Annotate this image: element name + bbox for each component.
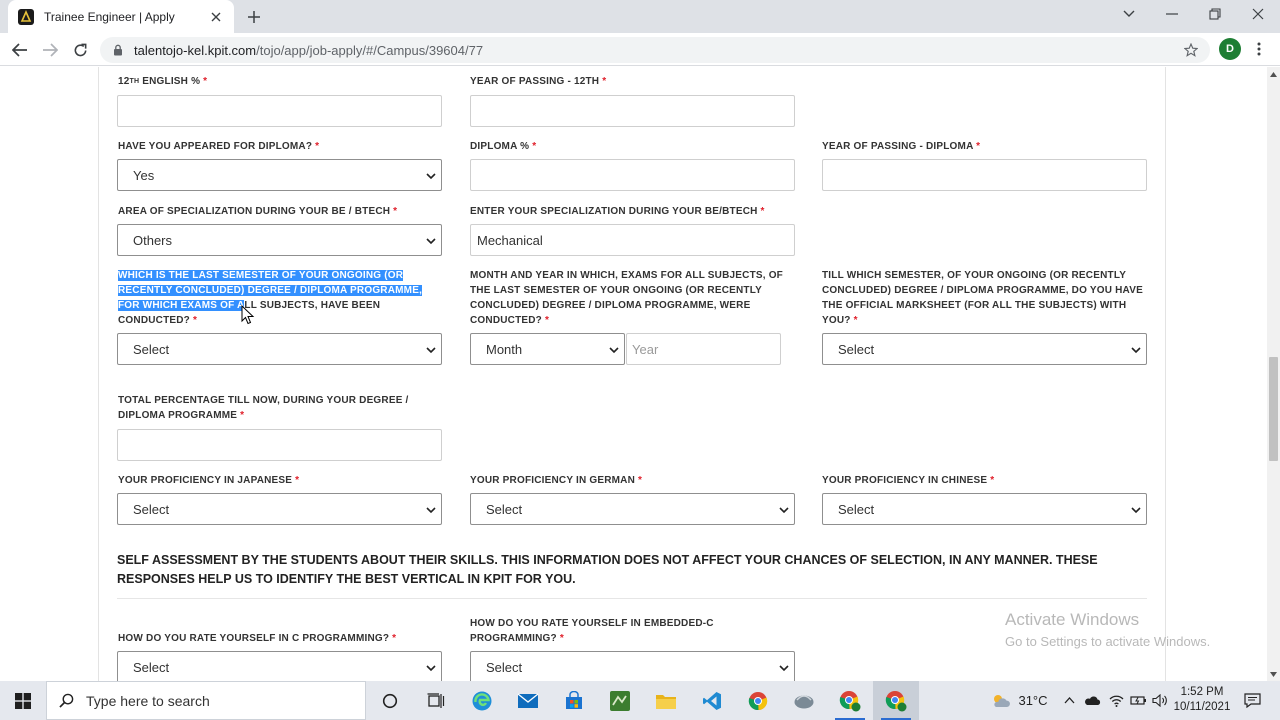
last-semester-label: WHICH IS THE LAST SEMESTER OF YOUR ONGOI… [118, 270, 423, 326]
lock-icon [114, 44, 122, 56]
year12-input[interactable] [470, 95, 795, 127]
total-percentage-label: TOTAL PERCENTAGE TILL NOW, DURING YOUR D… [118, 395, 409, 421]
taskbar-search-box[interactable]: Type here to search [46, 681, 366, 720]
chevron-down-icon [426, 173, 436, 180]
chevron-down-icon [426, 507, 436, 514]
mail-icon[interactable] [505, 681, 551, 720]
diploma-year-label: YEAR OF PASSING - DIPLOMA * [822, 141, 981, 152]
embedded-c-select[interactable]: Select [470, 651, 795, 681]
store-icon[interactable] [551, 681, 597, 720]
close-tab-icon[interactable] [208, 9, 224, 25]
specialization-area-label: AREA OF SPECIALIZATION DURING YOUR BE / … [118, 206, 398, 217]
exam-year-input[interactable]: Year [626, 333, 781, 365]
specialization-area-select[interactable]: Others [117, 224, 442, 256]
edge-browser-icon[interactable] [459, 681, 505, 720]
tab-strip: Trainee Engineer | Apply [0, 0, 1280, 33]
omnibox[interactable]: talentojo-kel.kpit.com/tojo/app/job-appl… [100, 37, 1210, 63]
reload-icon[interactable] [69, 39, 91, 61]
profile-avatar[interactable]: D [1219, 38, 1241, 60]
battery-plug-icon[interactable] [1127, 681, 1149, 720]
chinese-select[interactable]: Select [822, 493, 1147, 525]
english12-label: 12TH ENGLISH % * [118, 76, 208, 87]
specialization-label: ENTER YOUR SPECIALIZATION DURING YOUR BE… [470, 206, 765, 217]
weather-temperature[interactable]: 31°C [1016, 681, 1050, 720]
site-favicon-icon [18, 8, 34, 25]
close-window-icon[interactable] [1246, 4, 1270, 24]
japanese-label: YOUR PROFICIENCY IN JAPANESE * [118, 475, 300, 486]
diploma-pct-input[interactable] [470, 159, 795, 191]
chevron-down-icon [1131, 347, 1141, 354]
diploma-appeared-select[interactable]: Yes [117, 159, 442, 191]
diploma-year-input[interactable] [822, 159, 1147, 191]
year12-label: YEAR OF PASSING - 12TH * [470, 76, 607, 87]
task-view-icon[interactable] [413, 681, 459, 720]
chevron-down-icon [779, 665, 789, 672]
more-menu-icon[interactable] [1250, 40, 1268, 58]
mouse-cursor-icon [241, 305, 255, 325]
activate-windows-subtext: Go to Settings to activate Windows. [1005, 634, 1211, 649]
c-programming-label: HOW DO YOU RATE YOURSELF IN C PROGRAMMIN… [118, 633, 397, 644]
chevron-down-icon [426, 665, 436, 672]
embedded-c-label: HOW DO YOU RATE YOURSELF IN EMBEDDED-C P… [470, 618, 714, 644]
minimize-icon[interactable] [1160, 4, 1184, 24]
specialization-input[interactable]: Mechanical [470, 224, 795, 256]
volume-icon[interactable] [1149, 681, 1171, 720]
c-programming-select[interactable]: Select [117, 651, 442, 681]
app-bird-icon[interactable] [781, 681, 827, 720]
notifications-icon[interactable] [1238, 681, 1266, 720]
onedrive-cloud-icon[interactable] [1081, 681, 1103, 720]
windows-taskbar: Type here to search 31°C 1:52 PM 10/11/2… [0, 681, 1280, 720]
exam-month-year-label: MONTH AND YEAR IN WHICH, EXAMS FOR ALL S… [470, 270, 783, 326]
windows-start-icon[interactable] [0, 681, 46, 720]
search-icon [59, 693, 74, 708]
chrome-profile-icon[interactable] [827, 681, 873, 720]
page-viewport: 12TH ENGLISH % * YEAR OF PASSING - 12TH … [0, 67, 1267, 681]
diploma-pct-label: DIPLOMA % * [470, 141, 537, 152]
diploma-appeared-label: HAVE YOU APPEARED FOR DIPLOMA? * [118, 141, 320, 152]
back-arrow-icon[interactable] [9, 39, 31, 61]
chrome-active-window-icon[interactable] [873, 681, 919, 720]
file-explorer-icon[interactable] [643, 681, 689, 720]
weather-icon[interactable] [988, 681, 1014, 720]
browser-tab[interactable]: Trainee Engineer | Apply [8, 0, 234, 33]
english12-input[interactable] [117, 95, 442, 127]
taskbar-clock[interactable]: 1:52 PM 10/11/2021 [1170, 685, 1234, 715]
page-scrollbar[interactable] [1267, 67, 1280, 681]
exam-month-select[interactable]: Month [470, 333, 625, 365]
new-tab-icon[interactable] [244, 7, 264, 27]
address-toolbar: talentojo-kel.kpit.com/tojo/app/job-appl… [0, 33, 1280, 66]
activate-windows-watermark: Activate Windows [1005, 610, 1140, 629]
last-semester-select[interactable]: Select [117, 333, 442, 365]
total-percentage-input[interactable] [117, 429, 442, 461]
url-text: talentojo-kel.kpit.com/tojo/app/job-appl… [134, 42, 484, 58]
tray-chevron-up-icon[interactable] [1059, 681, 1079, 720]
chevron-down-icon [1131, 507, 1141, 514]
wifi-icon[interactable] [1105, 681, 1127, 720]
japanese-select[interactable]: Select [117, 493, 442, 525]
bookmark-star-icon[interactable] [1184, 43, 1198, 57]
restore-icon[interactable] [1203, 4, 1227, 24]
chevron-down-icon [426, 238, 436, 245]
chinese-label: YOUR PROFICIENCY IN CHINESE * [822, 475, 995, 486]
chevron-down-icon [426, 347, 436, 354]
forward-arrow-icon[interactable] [39, 39, 61, 61]
marksheet-semester-select[interactable]: Select [822, 333, 1147, 365]
chevron-down-icon [609, 347, 619, 354]
self-assessment-heading: SELF ASSESSMENT BY THE STUDENTS ABOUT TH… [117, 553, 1098, 586]
section-divider [117, 598, 1147, 599]
vscode-icon[interactable] [689, 681, 735, 720]
app-game-icon[interactable] [597, 681, 643, 720]
cortana-icon[interactable] [367, 681, 413, 720]
german-select[interactable]: Select [470, 493, 795, 525]
tab-search-chevron-icon[interactable] [1117, 4, 1141, 24]
german-label: YOUR PROFICIENCY IN GERMAN * [470, 475, 643, 486]
marksheet-semester-label: TILL WHICH SEMESTER, OF YOUR ONGOING (OR… [822, 270, 1143, 326]
tab-title: Trainee Engineer | Apply [44, 9, 175, 24]
chrome-icon[interactable] [735, 681, 781, 720]
scroll-down-arrow-icon[interactable] [1267, 669, 1280, 679]
scroll-up-arrow-icon[interactable] [1267, 69, 1280, 79]
scrollbar-thumb[interactable] [1269, 357, 1278, 461]
chevron-down-icon [779, 507, 789, 514]
